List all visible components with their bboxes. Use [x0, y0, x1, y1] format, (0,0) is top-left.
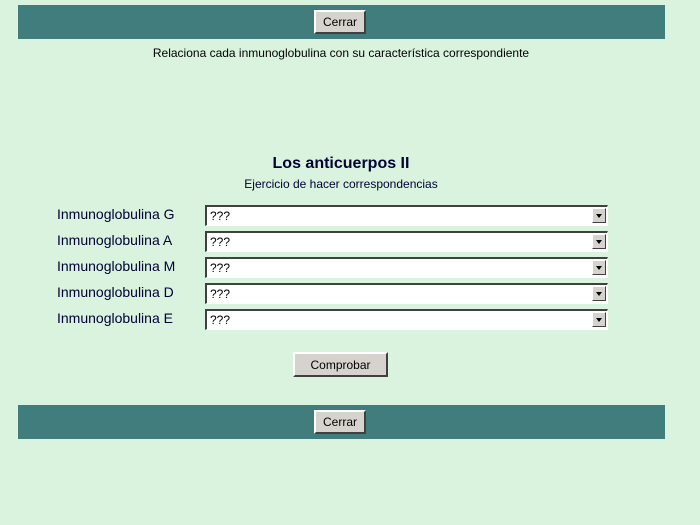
check-button[interactable]: Comprobar — [293, 352, 388, 377]
select-value: ??? — [210, 235, 231, 249]
select-value: ??? — [210, 313, 231, 327]
exercise-subtitle: Ejercicio de hacer correspondencias — [244, 177, 438, 191]
select-value: ??? — [210, 209, 231, 223]
row-label-igd: Inmunoglobulina D — [57, 284, 174, 300]
close-button-bottom[interactable]: Cerrar — [314, 410, 366, 434]
chevron-down-icon[interactable] — [592, 234, 606, 249]
select-iga[interactable]: ??? — [205, 231, 608, 252]
row-label-ige: Inmunoglobulina E — [57, 310, 173, 326]
close-button-top[interactable]: Cerrar — [314, 10, 366, 34]
exercise-title: Los anticuerpos II — [272, 155, 410, 172]
instruction-text: Relaciona cada inmunoglobulina con su ca… — [152, 46, 530, 60]
bottom-toolbar: Cerrar — [18, 405, 665, 439]
row-label-iga: Inmunoglobulina A — [57, 232, 173, 248]
chevron-down-icon[interactable] — [592, 260, 606, 275]
row-label-igm: Inmunoglobulina M — [57, 258, 176, 274]
select-value: ??? — [210, 261, 231, 275]
select-igd[interactable]: ??? — [205, 283, 608, 304]
select-ige[interactable]: ??? — [205, 309, 608, 330]
top-toolbar: Cerrar — [18, 5, 665, 39]
select-igm[interactable]: ??? — [205, 257, 608, 278]
select-igg[interactable]: ??? — [205, 205, 608, 226]
select-value: ??? — [210, 287, 231, 301]
chevron-down-icon[interactable] — [592, 208, 606, 223]
row-label-igg: Inmunoglobulina G — [57, 206, 175, 222]
chevron-down-icon[interactable] — [592, 286, 606, 301]
chevron-down-icon[interactable] — [592, 312, 606, 327]
